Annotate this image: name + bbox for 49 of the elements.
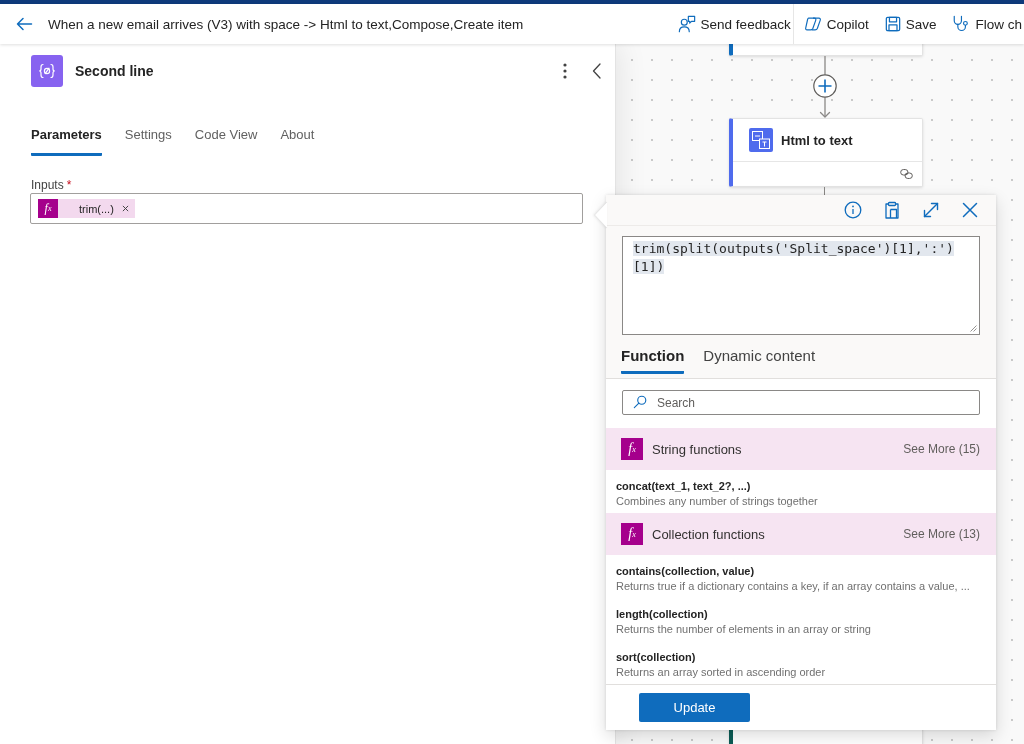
action-title: Second line bbox=[75, 63, 154, 79]
panel-tab[interactable]: Settings bbox=[124, 121, 172, 156]
function-signature[interactable]: contains(collection, value) bbox=[616, 563, 986, 579]
function-description: Combines any number of strings together bbox=[616, 494, 819, 509]
squares-icon bbox=[749, 128, 773, 152]
more-icon[interactable] bbox=[563, 63, 567, 79]
function-description: Returns an array sorted in ascending order bbox=[616, 665, 827, 680]
copilot-button[interactable]: Copilot bbox=[795, 7, 877, 41]
function-signature[interactable]: sort(collection) bbox=[616, 649, 986, 665]
expression-field[interactable]: trim(split(outputs('Split_space')[1],':')[1]) bbox=[622, 236, 980, 335]
field-label: Inputs * bbox=[31, 177, 72, 193]
save-icon bbox=[884, 16, 901, 32]
close-icon[interactable] bbox=[121, 205, 129, 212]
search-field[interactable]: Search bbox=[622, 390, 980, 415]
search-icon bbox=[633, 395, 647, 409]
expand-icon[interactable] bbox=[922, 201, 940, 219]
editor-tab[interactable]: Function bbox=[621, 340, 685, 374]
add-icon[interactable] bbox=[813, 74, 837, 98]
flow-step-card[interactable]: Html to text bbox=[729, 118, 923, 187]
close-icon[interactable] bbox=[961, 201, 979, 219]
save-button[interactable]: Save bbox=[876, 7, 945, 41]
stethoscope-icon bbox=[952, 15, 971, 33]
function-signature[interactable]: length(collection) bbox=[616, 606, 986, 622]
back-icon[interactable] bbox=[15, 15, 33, 33]
group-title: Collection functions bbox=[652, 526, 765, 542]
see-more-link[interactable]: See More (15) bbox=[903, 442, 980, 456]
link-icon[interactable] bbox=[900, 169, 913, 179]
see-more-link[interactable]: See More (13) bbox=[903, 527, 980, 541]
feedback-button[interactable]: Send feedback bbox=[669, 7, 793, 41]
person-chat-icon bbox=[677, 15, 696, 33]
step-title: Html to text bbox=[781, 132, 853, 148]
resize-grip-icon[interactable] bbox=[968, 323, 977, 332]
function-signature[interactable]: concat(text_1, text_2?, ...) bbox=[616, 478, 986, 494]
panel-tab[interactable]: About bbox=[280, 121, 315, 156]
checker-button[interactable]: Flow ch bbox=[944, 7, 1024, 41]
function-description: Returns the number of elements in an array or string bbox=[616, 622, 872, 637]
parallelograms-icon bbox=[803, 15, 822, 33]
flow-title: When a new email arrives (V3) with space -> Html to text,Compose,Create item bbox=[48, 16, 524, 32]
function-description: Returns true if a dictionary contains a key, if an array contains a value, ... bbox=[616, 579, 971, 594]
token-label: trim(...) bbox=[79, 202, 114, 215]
panel-tab[interactable]: Code View bbox=[194, 121, 258, 156]
info-icon[interactable] bbox=[844, 201, 862, 219]
braces-icon bbox=[31, 55, 63, 87]
editor-tab[interactable]: Dynamic content bbox=[703, 340, 816, 374]
group-title: String functions bbox=[652, 441, 742, 457]
update-button[interactable]: Update bbox=[639, 693, 750, 722]
chevron-left-icon[interactable] bbox=[592, 63, 601, 79]
clipboard-icon[interactable] bbox=[883, 201, 901, 219]
panel-tab[interactable]: Parameters bbox=[31, 121, 102, 156]
